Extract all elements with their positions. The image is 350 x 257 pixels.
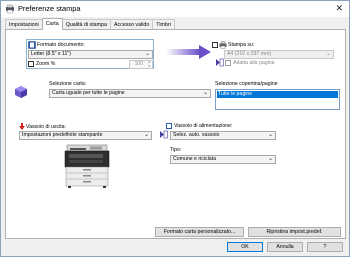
right-arrow-icon <box>166 45 211 59</box>
document-format-icon <box>28 41 36 49</box>
spin-arrows-icon: ▲ ▼ <box>147 60 151 68</box>
print-on-value: A4 (210 x 297 mm) <box>227 51 272 57</box>
paper-stack-icon <box>15 86 27 98</box>
printer-app-icon <box>6 4 14 14</box>
type-select[interactable]: Comune e riciclata ⌄ <box>170 155 276 164</box>
input-tray-icon <box>160 130 168 139</box>
output-tray-value: Impostazioni predefinite stampante <box>22 132 103 138</box>
document-format-select[interactable]: Letter (8.5" x 11") ⌄ <box>28 50 153 59</box>
printer-device-image <box>64 144 110 188</box>
chevron-down-icon: ⌄ <box>267 156 273 162</box>
custom-paper-size-button[interactable]: Formato carta personalizzato... <box>155 227 244 237</box>
output-tray-label: Vassoio di uscita: <box>26 124 66 130</box>
print-on-checkbox[interactable] <box>212 42 218 48</box>
input-tray-label: Vassoio di alimentazione: <box>174 123 233 129</box>
type-label: Tipo: <box>170 147 182 153</box>
cancel-button[interactable]: Annulla <box>267 242 303 252</box>
paper-selection-label: Selezione carta: <box>49 81 87 87</box>
zoom-label: Zoom % <box>36 61 56 67</box>
fit-page-label: Adatta alla pagina <box>233 60 275 66</box>
zoom-spinner[interactable]: 100 ▲ ▼ <box>129 60 153 69</box>
chevron-down-icon: ⌄ <box>143 132 149 138</box>
fit-page-checkbox[interactable] <box>225 60 231 66</box>
input-tray-select[interactable]: Selez. auto. vassoio ⌄ <box>170 131 276 140</box>
print-preferences-window: Preferenze stampa ✕ Impostazioni Carta Q… <box>0 0 350 257</box>
help-button[interactable]: ? <box>307 242 343 252</box>
paper-selection-value: Carta uguale per tutte le pagine <box>52 90 125 96</box>
chevron-down-icon: ⌄ <box>325 51 331 57</box>
output-tray-arrow-icon <box>19 123 25 130</box>
type-value: Comune e riciclata <box>173 156 216 162</box>
list-item[interactable]: Tutte le pagine <box>217 91 338 98</box>
zoom-checkbox[interactable] <box>28 61 34 67</box>
chevron-down-icon: ⌄ <box>144 51 150 57</box>
fit-page-icon <box>216 58 224 67</box>
cover-selection-label: Selezione copertina/pagine <box>215 81 278 87</box>
restore-defaults-button[interactable]: Ripristina impost.predef. <box>248 227 341 237</box>
print-on-printer-icon <box>219 41 227 49</box>
chevron-down-icon: ⌄ <box>202 90 208 96</box>
cover-selection-listbox[interactable]: Tutte le pagine <box>215 89 340 110</box>
print-on-label: Stampa su: <box>228 42 255 48</box>
tab-carta[interactable]: Carta <box>41 18 63 30</box>
paper-selection-select[interactable]: Carta uguale per tutte le pagine ⌄ <box>49 89 211 98</box>
window-title: Preferenze stampa <box>18 4 81 13</box>
document-format-label: Formato documento: <box>37 42 85 48</box>
document-format-value: Letter (8.5" x 11") <box>31 51 71 57</box>
input-tray-value: Selez. auto. vassoio <box>173 132 220 138</box>
close-window-icon[interactable]: ✕ <box>335 3 343 14</box>
print-on-select[interactable]: A4 (210 x 297 mm) ⌄ <box>224 50 334 59</box>
zoom-value: 100 <box>134 61 143 67</box>
paper-tab-panel: Formato documento: Letter (8.5" x 11") ⌄… <box>5 29 346 239</box>
output-tray-select[interactable]: Impostazioni predefinite stampante ⌄ <box>19 131 152 140</box>
chevron-down-icon: ⌄ <box>267 132 273 138</box>
input-tray-checkbox[interactable] <box>166 123 172 129</box>
title-bar: Preferenze stampa ✕ <box>1 1 349 17</box>
ok-button[interactable]: OK <box>227 242 263 252</box>
